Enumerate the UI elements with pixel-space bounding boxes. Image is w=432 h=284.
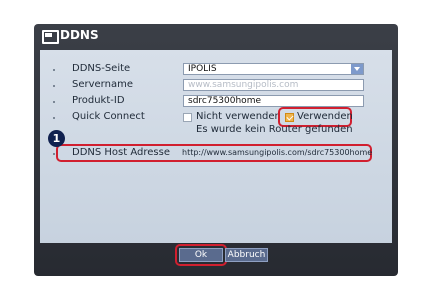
- ddns-site-select[interactable]: IPOLIS: [183, 63, 364, 75]
- bullet-icon: [53, 101, 55, 103]
- bullet-icon: [53, 117, 55, 119]
- product-id-value: sdrc75300home: [188, 96, 261, 106]
- host-address-label: DDNS Host Adresse: [72, 147, 170, 158]
- dialog-title: DDNS: [60, 28, 99, 42]
- quick-connect-label: Quick Connect: [72, 111, 145, 122]
- dialog-titlebar: DDNS: [34, 24, 398, 46]
- servername-field: www.samsungipolis.com: [183, 79, 364, 91]
- servername-label: Servername: [72, 79, 133, 90]
- product-id-label: Produkt-ID: [72, 95, 125, 106]
- ok-button[interactable]: Ok: [179, 248, 223, 262]
- bullet-icon: [53, 85, 55, 87]
- ddns-site-value: IPOLIS: [188, 64, 217, 74]
- quick-connect-on-checkbox[interactable]: [285, 113, 294, 122]
- quick-connect-off-checkbox[interactable]: [183, 113, 192, 122]
- ddns-dialog: DDNS DDNS-Seite IPOLIS Servername www.sa…: [34, 24, 398, 276]
- product-id-field[interactable]: sdrc75300home: [183, 95, 364, 107]
- host-address-value: http://www.samsungipolis.com/sdrc75300ho…: [182, 148, 373, 157]
- cancel-button[interactable]: Abbruch: [225, 248, 268, 262]
- callout-badge: 1: [48, 130, 65, 147]
- bullet-icon: [53, 69, 55, 71]
- servername-value: www.samsungipolis.com: [188, 80, 299, 90]
- window-icon: [42, 30, 59, 44]
- quick-connect-off-label[interactable]: Nicht verwenden: [196, 111, 281, 123]
- chevron-down-icon[interactable]: [351, 64, 363, 74]
- settings-panel: DDNS-Seite IPOLIS Servername www.samsung…: [40, 50, 392, 243]
- bullet-icon: [53, 153, 55, 155]
- quick-connect-on-label[interactable]: Verwenden: [297, 111, 353, 123]
- router-hint: Es wurde kein Router gefunden: [196, 124, 353, 135]
- ddns-site-label: DDNS-Seite: [72, 63, 131, 74]
